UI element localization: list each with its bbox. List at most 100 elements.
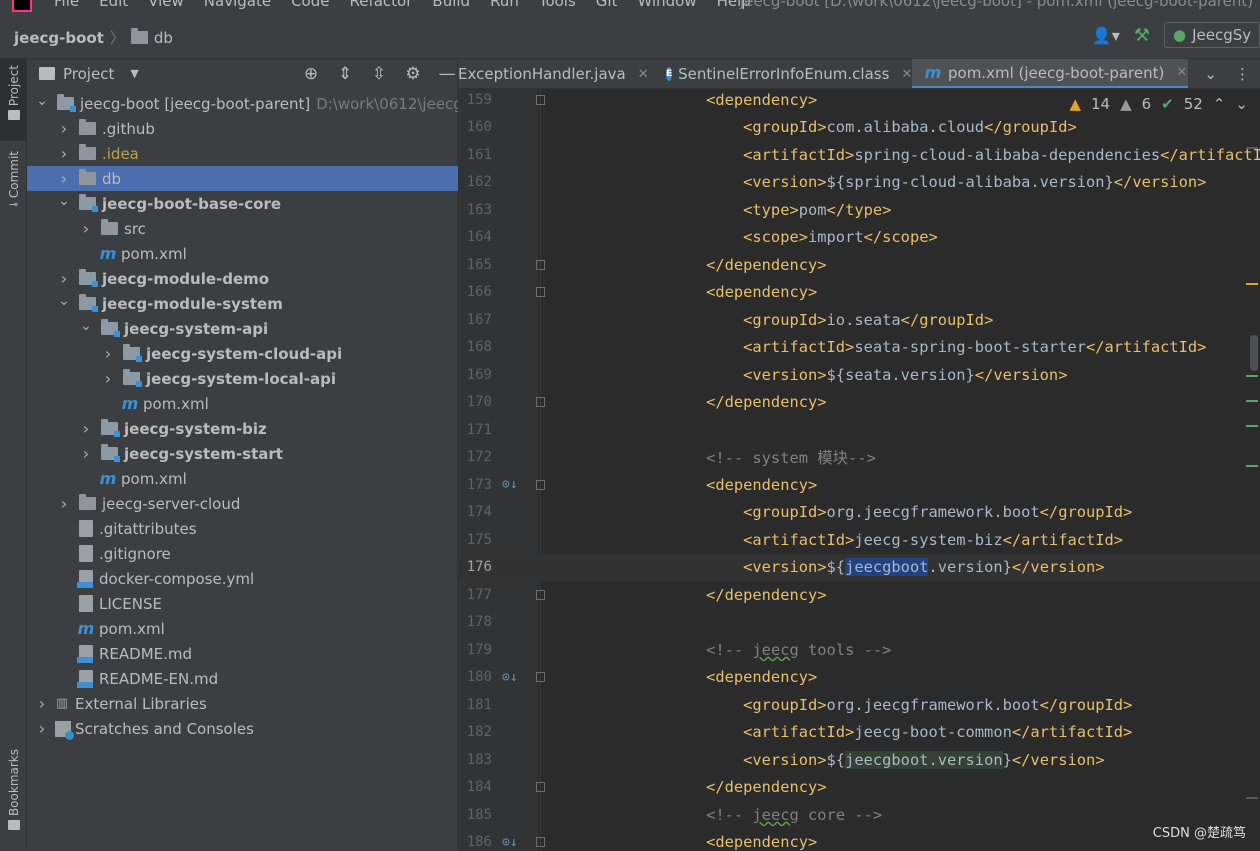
project-tree: ⌄ jeecg-boot [jeecg-boot-parent] D:\work\0… (27, 91, 463, 741)
tree-item[interactable]: › .github (27, 116, 458, 141)
more-options-icon[interactable]: ⋮ (1235, 65, 1250, 83)
chevron-right-icon[interactable]: › (35, 694, 49, 713)
chevron-down-icon[interactable]: ▼ (130, 67, 138, 80)
collapse-all-icon[interactable]: ⇳ (369, 64, 389, 84)
close-icon[interactable]: ✕ (1176, 65, 1187, 80)
chevron-down-icon[interactable]: ⌄ (57, 293, 71, 309)
tree-item[interactable]: › db (27, 166, 458, 191)
tree-item[interactable]: README.md (27, 641, 458, 666)
tab-sentinel-error-info-enum[interactable]: E SentinelErrorInfoEnum.class ✕ (654, 59, 912, 88)
chevron-right-icon[interactable]: › (35, 719, 49, 738)
chevron-right-icon[interactable]: › (79, 444, 93, 463)
tree-item[interactable]: › jeecg-system-start (27, 441, 458, 466)
chevron-right-icon[interactable]: › (101, 369, 115, 388)
tree-item[interactable]: › jeecg-system-local-api (27, 366, 458, 391)
chevron-right-icon[interactable]: › (79, 419, 93, 438)
chevron-down-icon[interactable]: ⌄ (57, 193, 71, 209)
tree-item[interactable]: › jeecg-system-biz (27, 416, 458, 441)
breadcrumb-current[interactable]: db (154, 29, 173, 47)
fold-marker-icon[interactable] (536, 479, 545, 490)
tree-item[interactable]: › Scratches and Consoles (27, 716, 458, 741)
breadcrumb-root[interactable]: jeecg-boot (14, 29, 104, 47)
tree-item[interactable]: ⌄ jeecg-boot [jeecg-boot-parent] D:\work\0… (27, 91, 463, 116)
fold-marker-icon[interactable] (536, 259, 545, 270)
close-icon[interactable]: ✕ (901, 67, 912, 82)
menu-item-run[interactable]: Run (490, 0, 519, 10)
menu-item-refactor[interactable]: Refactor (349, 0, 412, 10)
menu-item-view[interactable]: View (148, 0, 184, 10)
tree-item[interactable]: docker-compose.yml (27, 566, 458, 591)
chevron-right-icon[interactable]: › (57, 144, 71, 163)
bookmarks-tool-tab[interactable]: Bookmarks (0, 749, 27, 841)
override-marker-icon[interactable]: ⊙↓ (502, 670, 518, 685)
inspection-widget[interactable]: ▲ 14 ▲ 6 ✔ 52 ⌃ ⌄ (1065, 93, 1252, 115)
tree-item[interactable]: m pom.xml (27, 616, 458, 641)
chevron-right-icon[interactable]: › (57, 494, 71, 513)
override-marker-icon[interactable]: ⊙↓ (502, 835, 518, 850)
tab-pom-xml[interactable]: m pom.xml (jeecg-boot-parent) ✕ (912, 59, 1188, 88)
tree-item[interactable]: m pom.xml (27, 466, 458, 491)
maven-icon: m (121, 394, 139, 413)
override-marker-icon[interactable]: ⊙↓ (502, 477, 518, 492)
gear-icon[interactable]: ⚙ (403, 64, 423, 84)
tree-item[interactable]: m pom.xml (27, 391, 458, 416)
fold-marker-icon[interactable] (536, 589, 545, 600)
tree-item[interactable]: README-EN.md (27, 666, 458, 691)
scroll-thumb[interactable] (1250, 335, 1258, 371)
tree-item[interactable]: .gitattributes (27, 516, 458, 541)
tree-item[interactable]: › jeecg-module-demo (27, 266, 458, 291)
fold-marker-icon[interactable] (536, 782, 545, 793)
chevron-right-icon[interactable]: › (79, 219, 93, 238)
menu-item-edit[interactable]: Edit (99, 0, 128, 10)
tab-exception-handler[interactable]: ExceptionHandler.java ✕ (458, 59, 649, 88)
tree-item[interactable]: ⌄ jeecg-module-system (27, 291, 458, 316)
maven-icon: m (99, 244, 117, 263)
tree-item[interactable]: ⌄ jeecg-system-api (27, 316, 458, 341)
code-text: <groupId>com.alibaba.cloud</groupId> (669, 118, 1077, 137)
build-hammer-icon[interactable]: ⚒ (1134, 25, 1150, 46)
fold-marker-icon[interactable] (536, 94, 545, 105)
tree-item[interactable]: › src (27, 216, 458, 241)
close-icon[interactable]: ✕ (638, 67, 649, 82)
tree-item[interactable]: › jeecg-server-cloud (27, 491, 458, 516)
project-panel-title[interactable]: Project (63, 65, 114, 83)
menu-item-code[interactable]: Code (291, 0, 329, 10)
run-configuration-selector[interactable]: ● JeecgSy (1164, 22, 1260, 48)
expand-all-icon[interactable]: ⇕ (335, 64, 355, 84)
fold-marker-icon[interactable] (536, 837, 545, 848)
chevron-down-icon[interactable]: ⌄ (79, 318, 93, 334)
chevron-down-icon[interactable]: ⌄ (1204, 65, 1217, 83)
tree-item[interactable]: m pom.xml (27, 241, 458, 266)
hide-panel-icon[interactable]: — (437, 64, 457, 84)
menu-item-tools[interactable]: Tools (539, 0, 576, 10)
menu-item-window[interactable]: Window (637, 0, 696, 10)
tree-item[interactable]: › .idea (27, 141, 458, 166)
chevron-right-icon[interactable]: › (57, 119, 71, 138)
editor-scrollbar[interactable] (1244, 89, 1260, 851)
code-text: <dependency> (669, 283, 818, 302)
chevron-right-icon[interactable]: › (101, 344, 115, 363)
tree-item[interactable]: LICENSE (27, 591, 458, 616)
user-account-icon[interactable]: 👤▾ (1092, 26, 1120, 45)
commit-tool-tab[interactable]: Commit ⊸ (0, 151, 27, 227)
locate-target-icon[interactable]: ⊕ (301, 64, 321, 84)
project-tool-tab[interactable]: Project (0, 59, 27, 141)
folder-icon (79, 169, 96, 185)
fold-marker-icon[interactable] (536, 397, 545, 408)
previous-highlight-icon[interactable]: ⌃ (1213, 95, 1226, 113)
chevron-down-icon[interactable]: ⌄ (35, 93, 49, 109)
chevron-right-icon[interactable]: › (57, 269, 71, 288)
tree-item[interactable]: › jeecg-system-cloud-api (27, 341, 458, 366)
menu-item-navigate[interactable]: Navigate (204, 0, 271, 10)
tree-item[interactable]: ⌄ jeecg-boot-base-core (27, 191, 458, 216)
menu-item-file[interactable]: File (54, 0, 79, 10)
menu-item-git[interactable]: Git (596, 0, 618, 10)
fold-marker-icon[interactable] (536, 287, 545, 298)
code-editor[interactable]: 159 <dependency> 160 <groupId>com.alibaba… (458, 89, 1260, 851)
chevron-right-icon[interactable]: › (57, 169, 71, 188)
tree-item[interactable]: .gitignore (27, 541, 458, 566)
fold-marker-icon[interactable] (536, 672, 545, 683)
code-text: <!-- system 模块--> (669, 449, 876, 468)
menu-item-build[interactable]: Build (432, 0, 470, 10)
tree-item[interactable]: › ▥ External Libraries (27, 691, 458, 716)
